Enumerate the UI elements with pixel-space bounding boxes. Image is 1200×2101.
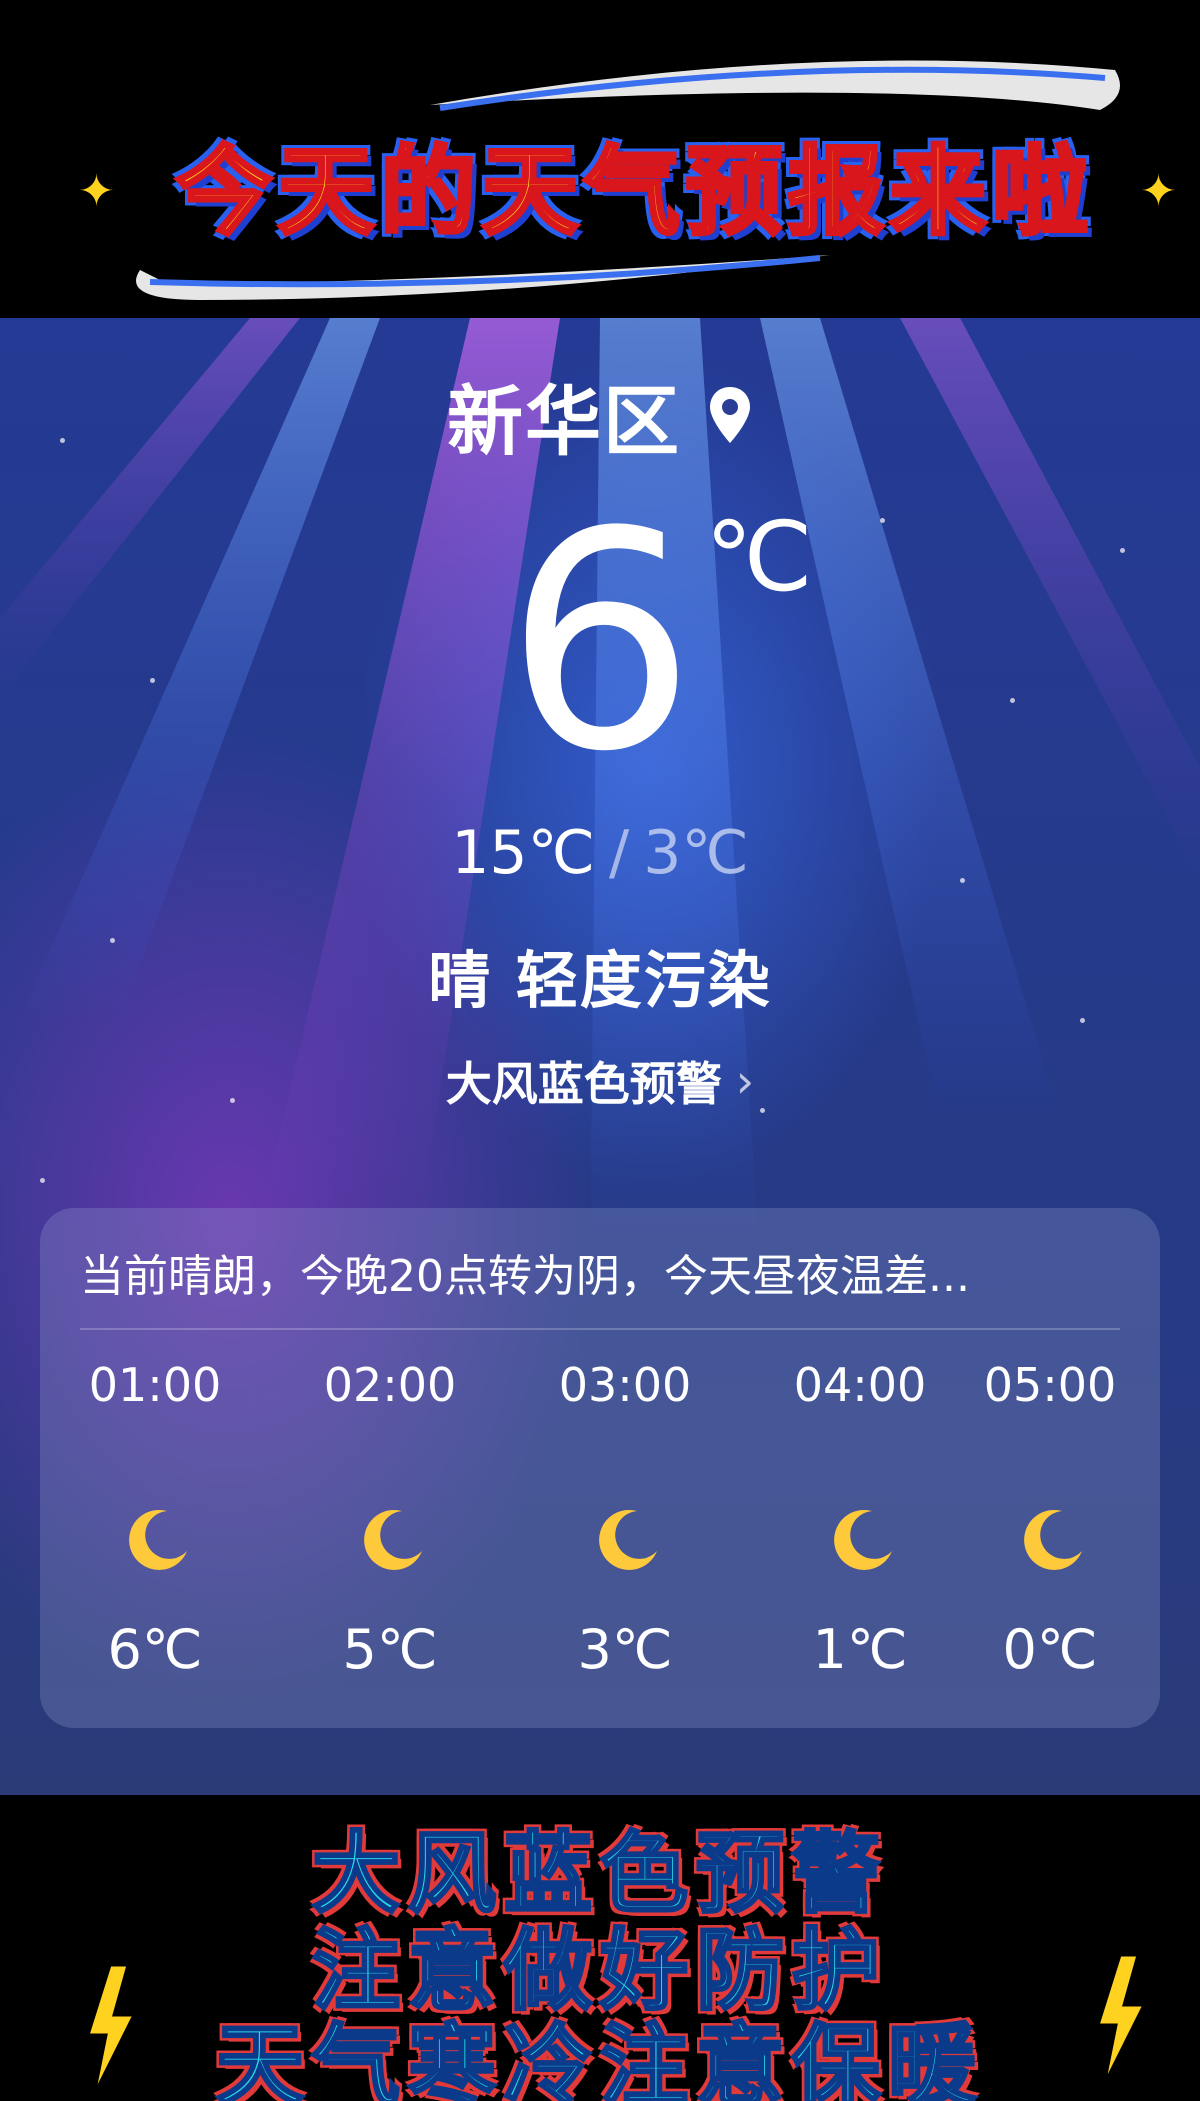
weather-alert-link[interactable]: 大风蓝色预警 › <box>0 1048 1200 1114</box>
temperature-unit: ℃ <box>705 501 813 613</box>
current-temperature-block: 6 ℃ <box>0 473 1200 833</box>
hour-time: 03:00 <box>558 1358 692 1412</box>
hourly-item: 04:00 1℃ <box>760 1358 960 1708</box>
hour-time: 02:00 <box>323 1358 457 1412</box>
hour-time: 01:00 <box>88 1358 222 1412</box>
bottom-banner: 大风蓝色预警 注意做好防护 天气寒冷注意保暖 <box>0 1795 1200 2101</box>
hourly-item: 03:00 3℃ <box>525 1358 725 1708</box>
hourly-item: 01:00 6℃ <box>55 1358 255 1708</box>
banner-title: 今天的天气预报来啦 <box>174 134 1094 250</box>
forecast-summary: 当前晴朗，今晚20点转为阴，今天昼夜温差... <box>80 1251 970 1302</box>
high-low-temperature: 15℃/3℃ <box>0 818 1200 888</box>
weather-screen: 新华区 6 ℃ 15℃/3℃ 晴 轻度污染 大风蓝色预警 › 当前晴朗，今晚20… <box>0 318 1200 1795</box>
moon-icon <box>599 1509 657 1570</box>
hour-temperature: 5℃ <box>342 1618 438 1681</box>
moon-icon <box>834 1509 892 1570</box>
high-low-separator: / <box>608 818 630 888</box>
sparkle-icon: ✦ <box>1140 166 1177 217</box>
moon-icon <box>129 1509 187 1570</box>
lightning-bolt-icon <box>85 1965 137 2095</box>
bottom-line-3: 天气寒冷注意保暖 <box>214 2013 984 2101</box>
hour-temperature: 1℃ <box>812 1618 908 1681</box>
hour-temperature: 6℃ <box>107 1618 203 1681</box>
current-temperature: 6 <box>505 468 696 817</box>
moon-icon <box>1024 1509 1082 1570</box>
hourly-item: 05:00 0℃ <box>950 1358 1150 1708</box>
hour-temperature: 3℃ <box>577 1618 673 1681</box>
weather-condition: 晴 轻度污染 <box>428 944 772 1017</box>
high-temperature: 15℃ <box>451 818 595 888</box>
sparkle-icon: ✦ <box>78 166 115 217</box>
location-row[interactable]: 新华区 <box>0 370 1200 466</box>
alert-label: 大风蓝色预警 <box>445 1057 722 1111</box>
hourly-item: 02:00 5℃ <box>290 1358 490 1708</box>
card-divider <box>80 1328 1120 1330</box>
chevron-right-icon: › <box>735 1054 755 1108</box>
low-temperature: 3℃ <box>643 818 749 888</box>
location-name: 新华区 <box>447 377 681 466</box>
hourly-forecast-card[interactable]: 当前晴朗，今晚20点转为阴，今天昼夜温差... 01:00 6℃ 02:00 5… <box>40 1208 1160 1728</box>
hour-time: 04:00 <box>793 1358 927 1412</box>
hour-temperature: 0℃ <box>1002 1618 1098 1681</box>
location-pin-icon <box>710 387 750 443</box>
hour-time: 05:00 <box>983 1358 1117 1412</box>
moon-icon <box>364 1509 422 1570</box>
top-banner: ✦ ✦ 今天的天气预报来啦 <box>0 0 1200 318</box>
lightning-bolt-icon <box>1095 1955 1147 2085</box>
